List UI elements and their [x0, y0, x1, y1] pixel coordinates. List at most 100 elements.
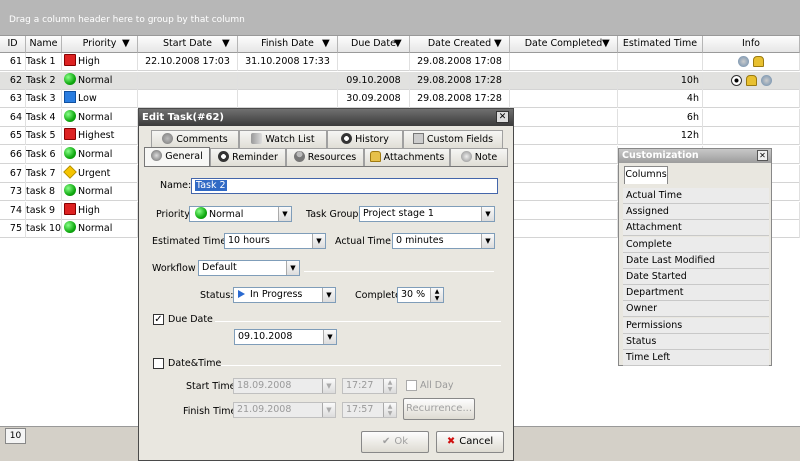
- table-row[interactable]: 61 Task 1 High 22.10.2008 17:03 31.10.2008 1…: [0, 53, 800, 71]
- start-date-value: 18.09.2008: [237, 380, 292, 391]
- customization-column-item[interactable]: Time Left: [623, 350, 769, 366]
- cell-start: [138, 90, 238, 109]
- reminder-icon: [218, 151, 230, 162]
- chevron-down-icon: ▼: [286, 261, 299, 275]
- cell-due: [338, 53, 410, 71]
- finish-time-value: 17:57: [346, 404, 374, 415]
- tab-general[interactable]: General: [144, 147, 210, 167]
- customization-column-item[interactable]: Date Started: [623, 269, 769, 285]
- cancel-label: Cancel: [459, 436, 494, 447]
- normal-priority-icon: [64, 184, 76, 197]
- table-row[interactable]: 63 Task 3 Low 30.09.2008 29.08.2008 17:28 4h: [0, 90, 800, 109]
- column-header-name[interactable]: Name: [26, 36, 62, 53]
- column-header-id[interactable]: ID: [0, 36, 26, 53]
- watch-list-icon: [251, 133, 263, 144]
- tab-attachments[interactable]: Attachments: [364, 148, 450, 166]
- normal-priority-icon: [64, 147, 76, 159]
- tab-columns[interactable]: Columns: [624, 166, 668, 184]
- customization-column-item[interactable]: Department: [623, 285, 769, 302]
- tab-note[interactable]: Note: [450, 148, 508, 166]
- priority-select[interactable]: Normal ▼: [189, 206, 292, 222]
- datetime-label: Date&Time: [168, 358, 222, 369]
- actual-time-value: 0 minutes: [396, 235, 444, 246]
- actual-time-label: Actual Time:: [335, 236, 395, 247]
- cell-name: Task 7: [26, 164, 62, 183]
- customization-column-item[interactable]: Complete: [623, 236, 769, 253]
- workflow-label: Workflow: [152, 263, 196, 274]
- cell-id: 65: [0, 127, 26, 146]
- group-by-hint: Drag a column header here to group by th…: [9, 15, 245, 25]
- cell-info: [703, 127, 800, 146]
- edit-task-dialog: Edit Task(#62) ✕ Comments Watch List His…: [138, 108, 514, 461]
- priority-value: Normal: [209, 209, 244, 220]
- due-date-label: Due Date: [168, 314, 213, 325]
- start-time-spinner: 17:27 ▲ ▼: [342, 378, 397, 394]
- column-header-estimated-time[interactable]: Estimated Time: [618, 36, 703, 53]
- cell-id: 75: [0, 220, 26, 239]
- attachments-icon: [369, 151, 381, 162]
- customization-column-item[interactable]: Date Last Modified: [623, 252, 769, 269]
- customization-column-item[interactable]: Actual Time: [623, 188, 769, 204]
- customization-panel: Customization ✕ Columns Actual Time Assig…: [618, 148, 772, 366]
- table-row[interactable]: 62 Task 2 Normal 09.10.2008 29.08.2008 17:28…: [0, 71, 800, 90]
- cell-completed: [510, 127, 618, 146]
- customization-column-item[interactable]: Attachment: [623, 220, 769, 237]
- tab-note-label: Note: [474, 152, 498, 163]
- customization-column-item[interactable]: Owner: [623, 301, 769, 318]
- normal-priority-icon: [64, 72, 76, 85]
- filter-dropdown-icon[interactable]: ▼: [394, 38, 402, 49]
- status-select[interactable]: In Progress ▼: [233, 287, 336, 303]
- estimated-time-select[interactable]: 10 hours ▼: [224, 233, 326, 249]
- cell-id: 61: [0, 53, 26, 71]
- column-header-info[interactable]: Info: [703, 36, 800, 53]
- filter-dropdown-icon[interactable]: ▼: [222, 38, 230, 49]
- filter-dropdown-icon[interactable]: ▼: [494, 38, 502, 49]
- due-date-checkbox[interactable]: ✓: [153, 314, 164, 325]
- cell-id: 62: [0, 71, 26, 90]
- recurrence-button: Recurrence...: [403, 398, 475, 420]
- cell-name: Task 6: [26, 146, 62, 164]
- cell-created: 29.08.2008 17:28: [410, 90, 510, 109]
- customization-column-item[interactable]: Status: [623, 333, 769, 350]
- cell-id: 66: [0, 146, 26, 164]
- cell-priority: Normal: [62, 108, 138, 127]
- name-input[interactable]: Task 2: [191, 178, 498, 194]
- all-day-label: All Day: [420, 380, 454, 391]
- note-icon: [460, 151, 472, 162]
- tab-watch-list[interactable]: Watch List: [239, 130, 327, 148]
- filter-dropdown-icon[interactable]: ▼: [602, 38, 610, 49]
- task-group-select[interactable]: Project stage 1 ▼: [359, 206, 495, 222]
- dialog-title-bar[interactable]: Edit Task(#62) ✕: [139, 109, 513, 126]
- filter-dropdown-icon[interactable]: ▼: [322, 38, 330, 49]
- group-by-area[interactable]: Drag a column header here to group by th…: [0, 0, 800, 36]
- close-icon[interactable]: ✕: [496, 111, 509, 123]
- tab-reminder[interactable]: Reminder: [210, 148, 286, 166]
- cell-completed: [510, 108, 618, 127]
- spinner-arrows-icon[interactable]: ▲ ▼: [430, 288, 443, 302]
- datetime-checkbox[interactable]: [153, 358, 164, 369]
- close-icon[interactable]: ✕: [757, 150, 768, 161]
- workflow-value: Default: [202, 262, 237, 273]
- due-date-select[interactable]: 09.10.2008 ▼: [234, 329, 337, 345]
- status-label: Status:: [200, 290, 234, 301]
- workflow-select[interactable]: Default ▼: [198, 260, 300, 276]
- complete-spinner[interactable]: 30 % ▲ ▼: [397, 287, 444, 303]
- ok-button[interactable]: ✔ Ok: [361, 431, 429, 453]
- customization-title[interactable]: Customization ✕: [619, 149, 771, 163]
- customization-column-item[interactable]: Permissions: [623, 317, 769, 334]
- dialog-title: Edit Task(#62): [142, 112, 224, 123]
- cell-due: 30.09.2008: [338, 90, 410, 109]
- customization-column-item[interactable]: Assigned: [623, 204, 769, 221]
- page-size-box[interactable]: 10: [5, 428, 26, 444]
- tab-custom-fields[interactable]: Custom Fields: [403, 130, 503, 148]
- filter-dropdown-icon[interactable]: ▼: [122, 38, 130, 49]
- estimated-time-label: Estimated Time:: [152, 236, 230, 247]
- low-priority-icon: [64, 91, 76, 104]
- cancel-button[interactable]: ✖ Cancel: [436, 431, 504, 453]
- actual-time-select[interactable]: 0 minutes ▼: [392, 233, 495, 249]
- lock-icon: [753, 56, 764, 67]
- chevron-down-icon: ▼: [312, 234, 325, 248]
- tab-history[interactable]: History: [327, 130, 403, 148]
- tab-comments[interactable]: Comments: [151, 130, 239, 148]
- tab-resources[interactable]: Resources: [286, 148, 364, 166]
